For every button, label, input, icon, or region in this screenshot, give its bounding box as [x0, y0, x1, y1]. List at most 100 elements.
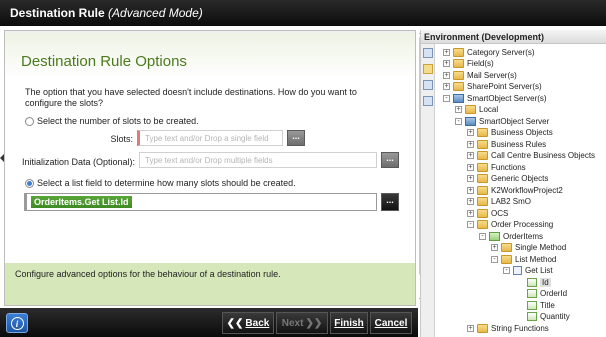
collapse-icon[interactable]: - — [455, 117, 462, 125]
option-number-of-slots[interactable]: Select the number of slots to be created… — [25, 116, 199, 126]
cancel-button[interactable]: Cancel — [370, 312, 412, 334]
expand-icon[interactable]: + — [443, 48, 450, 56]
tree-node[interactable]: + Business Objects — [467, 127, 553, 139]
folder-icon — [477, 197, 488, 206]
collapse-icon[interactable]: - — [491, 255, 498, 263]
property-icon — [527, 277, 537, 287]
tree-node[interactable]: OrderId — [517, 288, 567, 300]
tree-node-label: OCS — [491, 208, 509, 218]
tree-node-label: Get List — [525, 266, 553, 275]
option-list-field[interactable]: Select a list field to determine how man… — [25, 178, 296, 188]
info-text: Configure advanced options for the behav… — [15, 269, 281, 279]
expand-icon[interactable]: + — [467, 129, 474, 136]
folder-icon — [477, 139, 488, 149]
radio-list-field[interactable] — [25, 178, 34, 188]
back-chevron-icon: ❮❮ — [226, 317, 244, 329]
folder-icon — [477, 151, 488, 160]
tree-node-label: Title — [540, 300, 555, 310]
tree-node[interactable]: Title — [517, 299, 555, 311]
init-data-browse-button[interactable]: ... — [381, 152, 399, 168]
tree-node[interactable]: - SmartObject Server(s) — [443, 92, 547, 104]
folder-icon — [477, 185, 488, 195]
expand-icon[interactable]: + — [467, 186, 474, 194]
expand-icon[interactable]: + — [467, 175, 474, 182]
collapse-arrow-icon[interactable] — [0, 154, 4, 162]
tree-node[interactable]: + Mail Server(s) — [443, 69, 517, 81]
tool-view-icon[interactable] — [423, 96, 433, 106]
tree-node[interactable]: - Get List — [503, 265, 553, 277]
tree-node[interactable]: + LAB2 SmO — [467, 196, 531, 208]
radio-number-of-slots[interactable] — [25, 116, 34, 126]
expand-icon[interactable]: + — [467, 209, 474, 217]
tool-search-icon[interactable] — [423, 80, 433, 90]
tree-node[interactable]: + OCS — [467, 207, 508, 219]
slots-input[interactable]: Type text and/or Drop a single field — [137, 130, 283, 146]
tree-node[interactable]: + String Functions — [467, 322, 549, 334]
list-field-browse-button[interactable]: ... — [381, 193, 399, 211]
wizard-content: Destination Rule Options The option that… — [5, 31, 415, 259]
tree-node[interactable]: - Order Processing — [467, 219, 553, 231]
tree-node[interactable]: + Call Centre Business Objects — [467, 150, 595, 162]
tree-node[interactable]: + Category Server(s) — [443, 46, 535, 58]
finish-button[interactable]: Finish — [330, 312, 368, 334]
tree-node-label: Local — [479, 105, 499, 114]
back-button[interactable]: ❮❮ Back — [222, 312, 274, 334]
list-icon — [513, 266, 522, 275]
init-data-input[interactable]: Type text and/or Drop multiple fields — [139, 152, 377, 168]
expand-icon[interactable]: + — [455, 106, 462, 113]
tree-node[interactable]: - SmartObject Server — [455, 115, 549, 127]
next-button[interactable]: Next ❯❯ — [276, 312, 328, 334]
server-icon — [453, 93, 464, 103]
tree-node[interactable]: - OrderItems — [479, 230, 543, 242]
tree-node[interactable]: Id — [517, 276, 551, 288]
tree-node[interactable]: + Functions — [467, 161, 526, 173]
tree-node-label: Business Rules — [491, 139, 547, 149]
tree-node[interactable]: + Single Method — [491, 242, 566, 254]
tool-folder-icon[interactable] — [423, 64, 433, 74]
window-title-bar: Destination Rule (Advanced Mode) — [0, 0, 606, 26]
tree-node[interactable]: + Field(s) — [443, 58, 494, 70]
environment-tree: + Category Server(s) + Field(s) + Mail Server… — [437, 46, 606, 337]
tree-node-label: SharePoint Server(s) — [467, 82, 542, 91]
option-number-of-slots-label: Select the number of slots to be created… — [37, 116, 199, 126]
intro-text: The option that you have selected doesn'… — [25, 87, 357, 108]
tree-node[interactable]: + K2WorkflowProject2 — [467, 184, 563, 196]
environment-pane: Environment (Development) + Category Serv… — [420, 30, 606, 337]
tree-node-label: K2WorkflowProject2 — [491, 185, 563, 195]
tree-node-label: Field(s) — [467, 59, 494, 68]
collapse-icon[interactable]: - — [503, 267, 510, 274]
list-field-input[interactable]: OrderItems.Get List.Id — [24, 193, 377, 211]
expand-icon[interactable]: + — [443, 60, 450, 67]
tree-node-label: Generic Objects — [491, 174, 549, 183]
back-label: Back — [245, 317, 270, 329]
expand-icon[interactable]: + — [443, 71, 450, 79]
tree-node[interactable]: + SharePoint Server(s) — [443, 81, 542, 93]
folder-icon — [453, 82, 464, 91]
collapse-icon[interactable]: - — [443, 94, 450, 102]
tree-node[interactable]: + Generic Objects — [467, 173, 548, 185]
slots-browse-button[interactable]: ... — [287, 130, 305, 146]
info-button[interactable]: i — [6, 313, 28, 333]
collapse-icon[interactable]: - — [479, 232, 486, 240]
collapse-icon[interactable]: - — [467, 221, 474, 228]
window-mode: (Advanced Mode) — [108, 6, 203, 20]
expand-icon[interactable]: + — [467, 140, 474, 148]
tool-refresh-icon[interactable] — [423, 48, 433, 58]
expand-icon[interactable]: + — [491, 244, 498, 251]
expand-icon[interactable]: + — [467, 152, 474, 159]
expand-icon[interactable]: + — [443, 83, 450, 90]
tree-node-label: Quantity — [540, 312, 570, 321]
folder-icon — [453, 70, 464, 80]
tree-node-label: Call Centre Business Objects — [491, 151, 596, 160]
expand-icon[interactable]: + — [467, 198, 474, 205]
list-field-token[interactable]: OrderItems.Get List.Id — [31, 196, 132, 208]
tree-node[interactable]: Quantity — [517, 311, 570, 323]
expand-icon[interactable]: + — [467, 163, 474, 171]
finish-label: Finish — [334, 317, 364, 329]
tree-node[interactable]: + Local — [455, 104, 498, 116]
tree-node[interactable]: + Business Rules — [467, 138, 546, 150]
tree-node[interactable]: - List Method — [491, 253, 556, 265]
expand-icon[interactable]: + — [467, 324, 474, 332]
environment-toolbar — [421, 44, 435, 337]
tree-node-label: SmartObject Server(s) — [467, 93, 547, 103]
